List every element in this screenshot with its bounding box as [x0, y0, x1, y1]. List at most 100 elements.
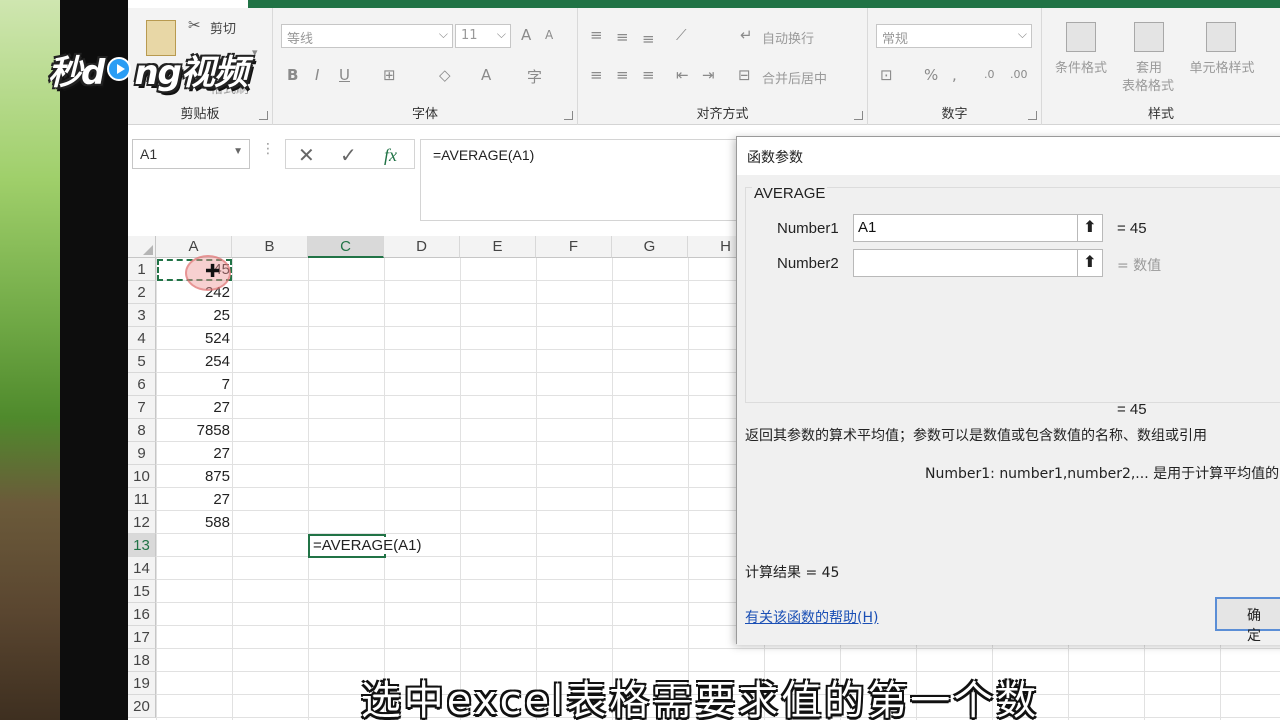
cell-styles-icon[interactable] — [1206, 22, 1236, 52]
row-header[interactable]: 7 — [128, 396, 156, 419]
drag-handle-icon[interactable]: ⋮ — [261, 141, 275, 155]
cell-a11[interactable]: 27 — [158, 488, 230, 511]
insert-function-icon[interactable]: fx — [384, 145, 397, 166]
number-format-select[interactable]: 常规 ⌵ — [876, 24, 1032, 48]
increase-indent-icon[interactable]: ⇥ — [702, 66, 715, 84]
row-header[interactable]: 9 — [128, 442, 156, 465]
comma-icon[interactable]: , — [952, 66, 957, 84]
align-left-icon[interactable]: ≡ — [590, 66, 603, 84]
row-header[interactable]: 5 — [128, 350, 156, 373]
align-right-icon[interactable]: ≡ — [642, 66, 655, 84]
row-header[interactable]: 10 — [128, 465, 156, 488]
column-header-c[interactable]: C — [308, 236, 384, 258]
row-header[interactable]: 6 — [128, 373, 156, 396]
copy-dropdown-icon[interactable]: ▾ — [252, 46, 258, 59]
conditional-format-button[interactable]: 条件格式 — [1046, 60, 1116, 77]
column-header-e[interactable]: E — [460, 236, 536, 258]
column-header-g[interactable]: G — [612, 236, 688, 258]
formula-result-preview: = 45 — [1117, 401, 1147, 418]
scissors-icon[interactable]: ✂ — [188, 16, 201, 34]
function-help-link[interactable]: 有关该函数的帮助(H) — [745, 607, 878, 627]
row-header[interactable]: 4 — [128, 327, 156, 350]
cell-a4[interactable]: 524 — [158, 327, 230, 350]
merge-center-icon[interactable]: ⊟ — [738, 66, 751, 84]
alignment-launcher-icon[interactable] — [854, 111, 863, 120]
row-header[interactable]: 13 — [128, 534, 156, 557]
ok-button[interactable]: 确定 — [1215, 597, 1280, 644]
format-table-label1[interactable]: 套用 — [1114, 60, 1184, 77]
cancel-icon[interactable]: ✕ — [298, 143, 315, 168]
currency-icon[interactable]: ⊡ — [880, 66, 893, 84]
format-table-label2[interactable]: 表格格式 — [1108, 78, 1188, 95]
font-size-select[interactable]: 11 ⌵ — [455, 24, 511, 48]
select-all-button[interactable] — [128, 236, 156, 258]
cell-a3[interactable]: 25 — [158, 304, 230, 327]
column-header-f[interactable]: F — [536, 236, 612, 258]
bold-icon[interactable]: B — [287, 66, 298, 84]
phonetic-icon[interactable]: 字 — [527, 66, 542, 87]
align-center-icon[interactable]: ≡ — [616, 66, 629, 84]
fill-color-icon[interactable]: ◇ — [439, 66, 451, 84]
argument-help: Number1: number1,number2,... 是用于计算平均值的 — [925, 466, 1280, 482]
align-middle-icon[interactable]: ≡ — [616, 28, 629, 46]
column-header-a[interactable]: A — [156, 236, 232, 258]
formula-buttons: ✕ ✓ fx — [285, 139, 415, 169]
number1-input[interactable]: A1 — [853, 214, 1103, 242]
row-header[interactable]: 12 — [128, 511, 156, 534]
name-box[interactable]: A1 ▼ — [132, 139, 250, 169]
logo-text-left: 秒d — [48, 52, 105, 93]
align-top-icon[interactable]: ≡ — [590, 26, 603, 44]
wrap-text-icon[interactable]: ↵ — [740, 26, 753, 44]
cell-a8[interactable]: 7858 — [158, 419, 230, 442]
row-header[interactable]: 16 — [128, 603, 156, 626]
column-header-d[interactable]: D — [384, 236, 460, 258]
enter-icon[interactable]: ✓ — [340, 143, 357, 168]
font-launcher-icon[interactable] — [564, 111, 573, 120]
align-bottom-icon[interactable]: ≡ — [642, 30, 655, 48]
column-header-b[interactable]: B — [232, 236, 308, 258]
cell-a12[interactable]: 588 — [158, 511, 230, 534]
cell-a5[interactable]: 254 — [158, 350, 230, 373]
row-header[interactable]: 1 — [128, 258, 156, 281]
font-color-icon[interactable]: A — [481, 66, 491, 84]
number-launcher-icon[interactable] — [1028, 111, 1037, 120]
row-header[interactable]: 8 — [128, 419, 156, 442]
conditional-format-icon[interactable] — [1066, 22, 1096, 52]
orientation-icon[interactable]: ⟋ — [676, 26, 687, 44]
cut-button[interactable]: 剪切 — [210, 18, 236, 37]
active-cell-c13[interactable]: =AVERAGE(A1) — [308, 534, 422, 558]
collapse-dialog-icon[interactable]: ⬆ — [1077, 249, 1103, 277]
increase-decimal-icon[interactable]: .0 — [984, 68, 995, 81]
row-header[interactable]: 11 — [128, 488, 156, 511]
decrease-font-icon[interactable]: A — [545, 28, 553, 42]
cell-styles-button[interactable]: 单元格样式 — [1182, 60, 1262, 77]
underline-icon[interactable]: U — [339, 66, 350, 84]
alignment-group: ≡ ≡ ≡ ⟋ ↵ 自动换行 ≡ ≡ ≡ ⇤ ⇥ ⊟ 合并后居中 对齐方式 — [578, 8, 868, 125]
row-header[interactable]: 14 — [128, 557, 156, 580]
collapse-dialog-icon[interactable]: ⬆ — [1077, 214, 1103, 242]
row-header[interactable]: 3 — [128, 304, 156, 327]
format-table-icon[interactable] — [1134, 22, 1164, 52]
number2-input[interactable] — [853, 249, 1103, 277]
decrease-indent-icon[interactable]: ⇤ — [676, 66, 689, 84]
cell-a9[interactable]: 27 — [158, 442, 230, 465]
border-icon[interactable]: ⊞ — [383, 66, 396, 84]
row-header[interactable]: 17 — [128, 626, 156, 649]
clipboard-group-label: 剪贴板 — [180, 107, 220, 122]
clipboard-launcher-icon[interactable] — [259, 111, 268, 120]
row-header[interactable]: 2 — [128, 281, 156, 304]
name-box-value: A1 — [140, 146, 158, 162]
row-header[interactable]: 15 — [128, 580, 156, 603]
formula-input[interactable]: =AVERAGE(A1) — [420, 139, 740, 221]
font-group-label: 字体 — [411, 107, 438, 122]
cell-a10[interactable]: 875 — [158, 465, 230, 488]
merge-center-button[interactable]: 合并后居中 — [762, 68, 827, 87]
wrap-text-button[interactable]: 自动换行 — [762, 28, 814, 47]
font-name-select[interactable]: 等线 ⌵ — [281, 24, 453, 48]
cell-a6[interactable]: 7 — [158, 373, 230, 396]
cell-a7[interactable]: 27 — [158, 396, 230, 419]
increase-font-icon[interactable]: A — [521, 26, 531, 44]
italic-icon[interactable]: I — [315, 66, 319, 84]
percent-icon[interactable]: % — [924, 66, 938, 84]
decrease-decimal-icon[interactable]: .00 — [1010, 68, 1028, 81]
